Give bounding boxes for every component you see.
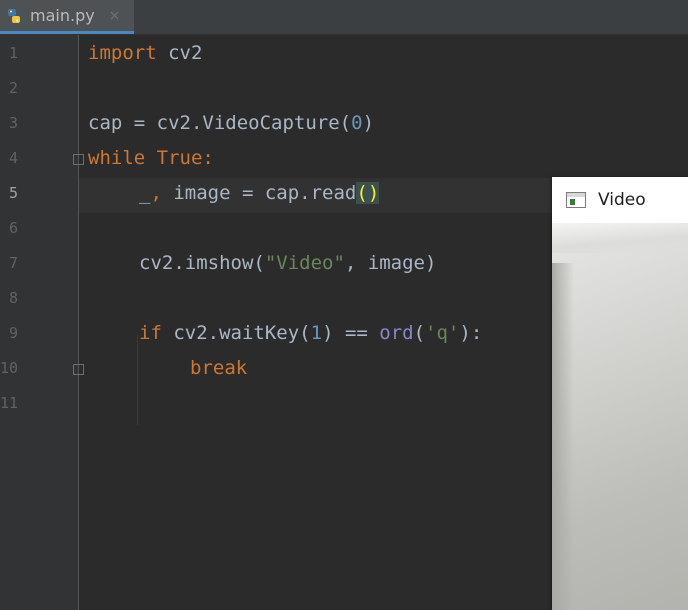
code-text: ) <box>362 112 375 134</box>
video-window[interactable]: Video <box>552 177 688 610</box>
fold-end-marker-icon[interactable] <box>73 364 84 375</box>
matched-parentheses: () <box>356 182 380 204</box>
keyword: True <box>156 147 203 169</box>
code-line-7: cv2.imshow("Video", image) <box>139 251 436 275</box>
window-icon <box>566 192 586 208</box>
frame-highlight <box>552 223 688 253</box>
code-line-10: break <box>190 356 247 380</box>
colon: : <box>202 147 214 169</box>
tab-label: main.py <box>30 6 95 25</box>
tab-main-py[interactable]: main.py × <box>0 0 134 34</box>
code-text: cv2.waitKey( <box>161 322 311 344</box>
code-text: _ <box>139 182 151 204</box>
code-line-1: import cv2 <box>88 41 202 65</box>
keyword: break <box>190 357 248 379</box>
code-text: ( <box>413 322 426 344</box>
code-text: image = cap.read <box>173 182 357 204</box>
gutter-divider <box>78 35 79 610</box>
code-text: cv2.imshow( <box>139 252 265 274</box>
line-number: 1 <box>8 44 18 62</box>
line-number: 11 <box>0 394 19 412</box>
video-window-titlebar[interactable]: Video <box>552 177 688 223</box>
number-literal: 1 <box>310 322 323 344</box>
line-number: 7 <box>8 254 18 272</box>
line-number: 3 <box>8 114 18 132</box>
code-line-4: while True: <box>88 146 214 170</box>
line-number: 2 <box>8 79 18 97</box>
code-text: cap = cv2.VideoCapture( <box>88 112 352 134</box>
frame-shadow <box>552 263 574 610</box>
keyword: if <box>139 322 162 344</box>
string-literal: 'q' <box>425 322 460 344</box>
keyword: while <box>88 147 146 169</box>
comma: , <box>150 182 174 204</box>
code-text: , image) <box>344 252 437 274</box>
builtin-function: ord <box>379 322 414 344</box>
close-tab-icon[interactable]: × <box>109 8 121 24</box>
line-number: 4 <box>8 149 18 167</box>
code-line-3: cap = cv2.VideoCapture(0) <box>88 111 374 135</box>
video-window-title: Video <box>598 190 646 210</box>
code-line-9: if cv2.waitKey(1) == ord('q'): <box>139 321 482 345</box>
code-line-5: _, image = cap.read() <box>139 181 380 205</box>
python-file-icon <box>6 8 22 24</box>
code-text: cv2 <box>156 42 203 64</box>
line-number: 9 <box>8 324 18 342</box>
line-number: 10 <box>0 359 19 377</box>
number-literal: 0 <box>351 112 363 134</box>
line-number: 8 <box>8 289 18 307</box>
line-number-active: 5 <box>8 184 18 202</box>
code-text: ) == <box>322 322 380 344</box>
keyword: import <box>88 42 157 64</box>
indent-guide <box>137 335 138 425</box>
string-literal: "Video" <box>264 252 345 274</box>
video-frame <box>552 223 688 610</box>
code-text: ): <box>459 322 483 344</box>
line-number: 6 <box>8 219 18 237</box>
editor-tab-bar: main.py × <box>0 0 688 35</box>
fold-marker-icon[interactable] <box>73 154 84 165</box>
